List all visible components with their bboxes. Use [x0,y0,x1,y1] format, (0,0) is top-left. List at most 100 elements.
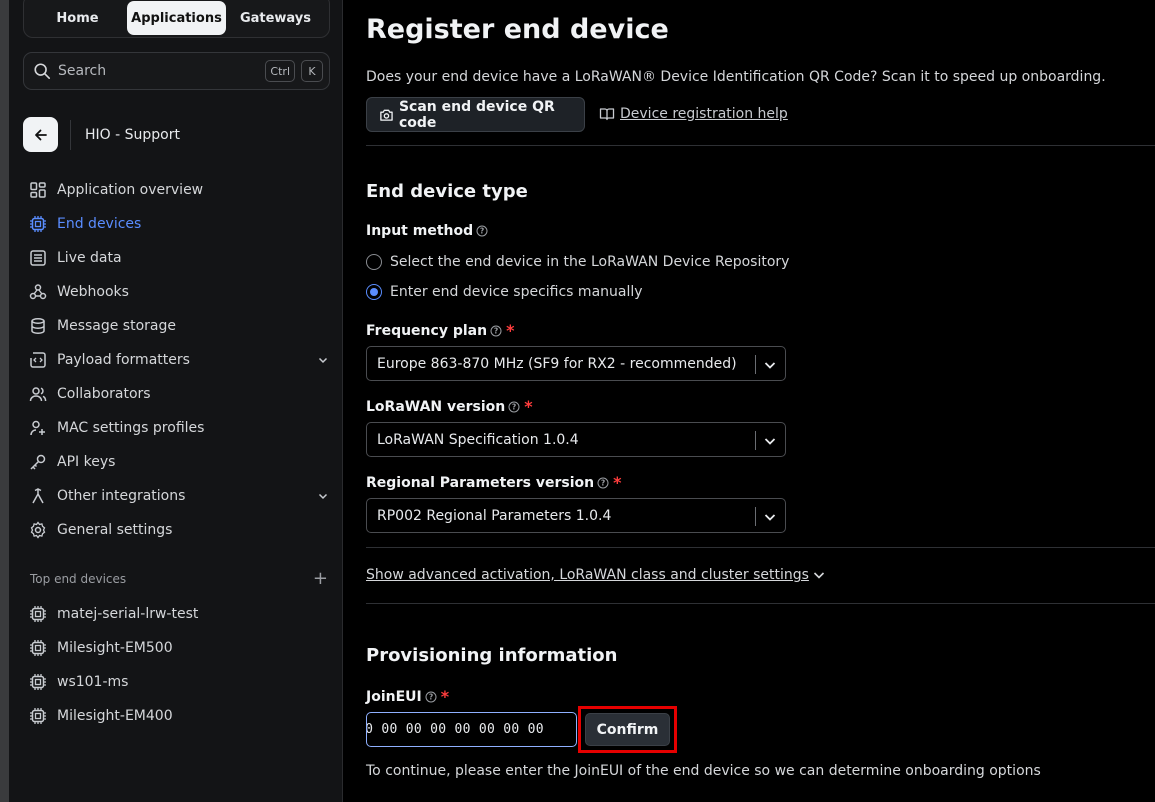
users-icon [29,387,47,402]
sidebar-item-webhooks[interactable]: Webhooks [29,275,329,309]
top-end-devices-header: Top end devices + [30,570,330,588]
advanced-settings-link[interactable]: Show advanced activation, LoRaWAN class … [366,567,826,583]
chip-icon [30,708,46,724]
chevron-down-icon[interactable] [763,510,777,524]
chevron-down-icon[interactable] [317,354,329,366]
list-icon [30,250,46,266]
sidebar-item-label: End devices [57,216,142,232]
webhook-icon [29,284,47,300]
sidebar-item-live-data[interactable]: Live data [29,241,329,275]
sidebar-item-label: API keys [57,454,116,470]
help-link-label: Device registration help [620,106,788,122]
chevron-down-icon [813,572,824,579]
sidebar-item-label: Webhooks [57,284,129,300]
radio-button-checked[interactable] [366,284,382,300]
select-value: RP002 Regional Parameters 1.0.4 [377,507,612,524]
integrations-icon [32,488,44,504]
chevron-down-icon[interactable] [317,490,329,502]
label-text: Input method [366,223,474,239]
sidebar-item-label: Payload formatters [57,352,190,368]
user-plus-icon [30,420,45,436]
required-asterisk: * [524,397,533,416]
section-title: Top end devices [30,572,127,586]
sidebar-item-end-devices[interactable]: End devices [29,207,329,241]
label-text: Regional Parameters version [366,474,595,491]
sidebar-item-general-settings[interactable]: General settings [29,513,329,547]
lorawan-version-select[interactable]: LoRaWAN Specification 1.0.4 [366,422,786,457]
help-icon[interactable]: ? [425,691,437,703]
device-registration-help-link[interactable]: Device registration help [599,106,788,122]
select-value: LoRaWAN Specification 1.0.4 [377,431,579,448]
list-item[interactable]: matej-serial-lrw-test [29,597,329,631]
sidebar-item-label: Message storage [57,318,176,334]
select-value: Europe 863-870 MHz (SF9 for RX2 - recomm… [377,355,737,372]
sidebar-item-payload-formatters[interactable]: Payload formatters [29,343,329,377]
sidebar-item-label: MAC settings profiles [57,420,205,436]
radio-option-manual[interactable]: Enter end device specifics manually [366,284,643,300]
page-title: Register end device [366,14,669,45]
required-asterisk: * [506,321,515,340]
radio-label: Select the end device in the LoRaWAN Dev… [390,254,790,270]
top-nav-tabs: Home Applications Gateways [23,0,330,38]
search-placeholder: Search [58,63,107,79]
label-text: LoRaWAN version [366,398,506,415]
window-edge [0,0,9,802]
frequency-plan-select[interactable]: Europe 863-870 MHz (SF9 for RX2 - recomm… [366,346,786,381]
confirm-button[interactable]: Confirm [585,713,670,746]
help-icon[interactable]: ? [476,225,488,237]
book-icon [599,108,615,121]
arrow-left-icon [34,129,47,140]
lorawan-version-label: LoRaWAN version ? * [366,397,533,416]
back-button[interactable] [23,117,58,152]
section-heading-provisioning: Provisioning information [366,645,618,666]
sidebar-item-other-integrations[interactable]: Other integrations [29,479,329,513]
advanced-settings-label: Show advanced activation, LoRaWAN class … [366,567,809,583]
list-item[interactable]: ws101-ms [29,665,329,699]
camera-icon [380,109,393,121]
chevron-down-icon[interactable] [763,434,777,448]
svg-text:?: ? [429,692,433,701]
radio-option-repository[interactable]: Select the end device in the LoRaWAN Dev… [366,254,789,270]
sidebar-item-application-overview[interactable]: Application overview [29,173,329,207]
list-item[interactable]: Milesight-EM500 [29,631,329,665]
help-icon[interactable]: ? [508,401,520,413]
sidebar-item-collaborators[interactable]: Collaborators [29,377,329,411]
sidebar-item-api-keys[interactable]: API keys [29,445,329,479]
sidebar-item-message-storage[interactable]: Message storage [29,309,329,343]
dashboard-icon [30,182,46,198]
radio-button[interactable] [366,254,382,270]
help-icon[interactable]: ? [597,477,609,489]
add-device-icon[interactable]: + [313,570,328,588]
device-name: Milesight-EM400 [57,708,173,724]
radio-label: Enter end device specifics manually [390,284,643,300]
main-content: Register end device Does your end device… [344,0,1155,802]
search-input[interactable]: Search Ctrl K [23,52,330,90]
help-icon[interactable]: ? [490,325,502,337]
chip-icon [30,674,46,690]
divider [366,547,1155,548]
scan-qr-button[interactable]: Scan end device QR code [366,97,585,132]
required-asterisk: * [613,473,622,492]
database-icon [31,318,45,334]
sidebar: Home Applications Gateways Search Ctrl K… [9,0,343,802]
sidebar-item-mac-settings-profiles[interactable]: MAC settings profiles [29,411,329,445]
joineui-input[interactable]: 00 00 00 00 00 00 00 00 [366,712,577,747]
tab-gateways[interactable]: Gateways [226,1,325,35]
tab-applications[interactable]: Applications [127,1,226,35]
joineui-hint: To continue, please enter the JoinEUI of… [366,763,1041,779]
required-asterisk: * [440,687,450,706]
divider [70,119,71,150]
shortcut-key-ctrl: Ctrl [265,60,295,82]
select-separator [755,355,756,374]
chevron-down-icon[interactable] [763,358,777,372]
device-name: matej-serial-lrw-test [57,606,199,622]
application-header: HIO - Support [23,117,180,152]
tab-home[interactable]: Home [28,1,127,35]
sidebar-nav: Application overview End devices Live da… [29,173,329,547]
chip-icon [30,640,46,656]
list-item[interactable]: Milesight-EM400 [29,699,329,733]
sidebar-item-label: Live data [57,250,122,266]
regional-parameters-select[interactable]: RP002 Regional Parameters 1.0.4 [366,498,786,533]
sidebar-item-label: General settings [57,522,173,538]
svg-text:?: ? [601,478,605,487]
